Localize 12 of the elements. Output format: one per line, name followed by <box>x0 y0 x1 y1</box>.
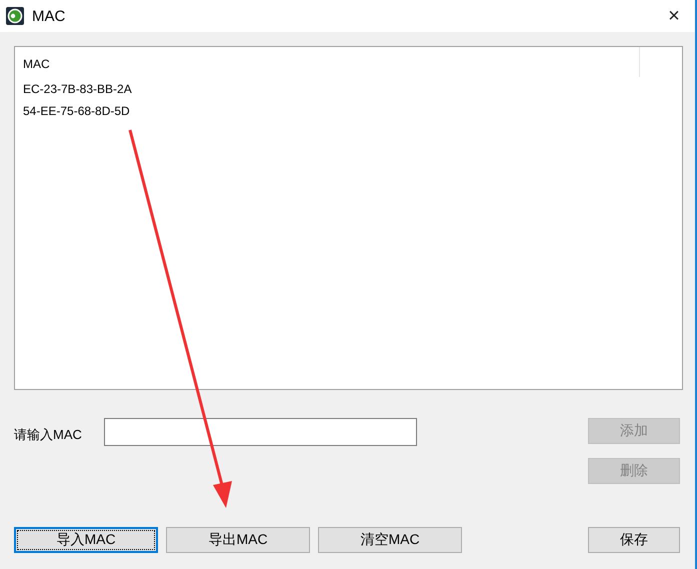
list-item[interactable]: 54-EE-75-68-8D-5D <box>15 101 682 123</box>
clear-button[interactable]: 清空MAC <box>318 527 462 553</box>
save-button[interactable]: 保存 <box>588 527 680 553</box>
window-title: MAC <box>32 8 66 24</box>
input-label: 请输入MAC <box>14 426 83 444</box>
mac-input-field[interactable] <box>104 418 417 446</box>
export-button[interactable]: 导出MAC <box>166 527 310 553</box>
app-icon <box>6 7 24 25</box>
list-item[interactable]: EC-23-7B-83-BB-2A <box>15 79 682 101</box>
column-header[interactable]: MAC <box>15 47 640 77</box>
import-button[interactable]: 导入MAC <box>14 527 158 553</box>
close-button[interactable]: × <box>659 4 689 28</box>
